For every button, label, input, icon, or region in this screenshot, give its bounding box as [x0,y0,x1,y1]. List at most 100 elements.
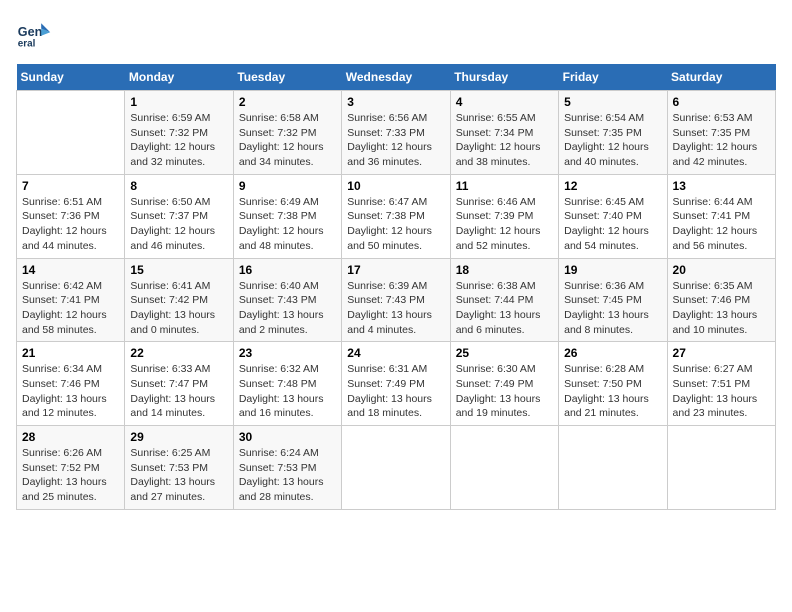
day-header-thursday: Thursday [450,64,558,91]
day-info: Sunrise: 6:30 AM Sunset: 7:49 PM Dayligh… [456,362,553,421]
day-number: 25 [456,346,553,360]
day-info: Sunrise: 6:54 AM Sunset: 7:35 PM Dayligh… [564,111,661,170]
day-info: Sunrise: 6:32 AM Sunset: 7:48 PM Dayligh… [239,362,336,421]
day-number: 14 [22,263,119,277]
calendar-header: SundayMondayTuesdayWednesdayThursdayFrid… [17,64,776,91]
calendar-cell: 19 Sunrise: 6:36 AM Sunset: 7:45 PM Dayli… [559,258,667,342]
calendar-cell: 9 Sunrise: 6:49 AM Sunset: 7:38 PM Daylig… [233,174,341,258]
day-info: Sunrise: 6:39 AM Sunset: 7:43 PM Dayligh… [347,279,444,338]
logo-icon: Gen eral [16,16,52,52]
day-info: Sunrise: 6:53 AM Sunset: 7:35 PM Dayligh… [673,111,770,170]
calendar-cell: 1 Sunrise: 6:59 AM Sunset: 7:32 PM Daylig… [125,91,233,175]
day-header-saturday: Saturday [667,64,775,91]
day-number: 26 [564,346,661,360]
day-info: Sunrise: 6:26 AM Sunset: 7:52 PM Dayligh… [22,446,119,505]
day-number: 21 [22,346,119,360]
day-number: 10 [347,179,444,193]
calendar-cell: 27Sunrise: 6:27 AM Sunset: 7:51 PM Dayli… [667,342,775,426]
day-number: 28 [22,430,119,444]
day-number: 11 [456,179,553,193]
day-info: Sunrise: 6:33 AM Sunset: 7:47 PM Dayligh… [130,362,227,421]
day-number: 30 [239,430,336,444]
day-number: 2 [239,95,336,109]
day-info: Sunrise: 6:51 AM Sunset: 7:36 PM Dayligh… [22,195,119,254]
day-info: Sunrise: 6:31 AM Sunset: 7:49 PM Dayligh… [347,362,444,421]
day-number: 24 [347,346,444,360]
day-number: 7 [22,179,119,193]
calendar-cell: 7 Sunrise: 6:51 AM Sunset: 7:36 PM Daylig… [17,174,125,258]
day-number: 15 [130,263,227,277]
calendar-cell [450,426,558,510]
calendar-cell [342,426,450,510]
day-header-monday: Monday [125,64,233,91]
calendar-week-4: 21 Sunrise: 6:34 AM Sunset: 7:46 PM Dayli… [17,342,776,426]
day-number: 5 [564,95,661,109]
day-number: 19 [564,263,661,277]
calendar-cell: 15 Sunrise: 6:41 AM Sunset: 7:42 PM Dayli… [125,258,233,342]
calendar-cell: 18 Sunrise: 6:38 AM Sunset: 7:44 PM Dayli… [450,258,558,342]
day-number: 29 [130,430,227,444]
calendar-cell: 23 Sunrise: 6:32 AM Sunset: 7:48 PM Dayli… [233,342,341,426]
calendar-week-1: 1 Sunrise: 6:59 AM Sunset: 7:32 PM Daylig… [17,91,776,175]
day-info: Sunrise: 6:58 AM Sunset: 7:32 PM Dayligh… [239,111,336,170]
day-info: Sunrise: 6:49 AM Sunset: 7:38 PM Dayligh… [239,195,336,254]
day-info: Sunrise: 6:24 AM Sunset: 7:53 PM Dayligh… [239,446,336,505]
calendar-cell: 4 Sunrise: 6:55 AM Sunset: 7:34 PM Daylig… [450,91,558,175]
day-number: 17 [347,263,444,277]
calendar-cell: 25 Sunrise: 6:30 AM Sunset: 7:49 PM Dayli… [450,342,558,426]
svg-text:Gen: Gen [18,25,43,39]
calendar-cell: 30 Sunrise: 6:24 AM Sunset: 7:53 PM Dayli… [233,426,341,510]
calendar-week-3: 14 Sunrise: 6:42 AM Sunset: 7:41 PM Dayli… [17,258,776,342]
day-info: Sunrise: 6:55 AM Sunset: 7:34 PM Dayligh… [456,111,553,170]
day-number: 4 [456,95,553,109]
calendar-table: SundayMondayTuesdayWednesdayThursdayFrid… [16,64,776,510]
day-info: Sunrise: 6:56 AM Sunset: 7:33 PM Dayligh… [347,111,444,170]
calendar-cell: 29 Sunrise: 6:25 AM Sunset: 7:53 PM Dayli… [125,426,233,510]
day-number: 20 [673,263,770,277]
calendar-week-5: 28 Sunrise: 6:26 AM Sunset: 7:52 PM Dayli… [17,426,776,510]
day-number: 13 [673,179,770,193]
calendar-cell: 6 Sunrise: 6:53 AM Sunset: 7:35 PM Daylig… [667,91,775,175]
calendar-cell: 5 Sunrise: 6:54 AM Sunset: 7:35 PM Daylig… [559,91,667,175]
day-header-sunday: Sunday [17,64,125,91]
calendar-cell: 26 Sunrise: 6:28 AM Sunset: 7:50 PM Dayli… [559,342,667,426]
day-info: Sunrise: 6:34 AM Sunset: 7:46 PM Dayligh… [22,362,119,421]
day-info: Sunrise: 6:45 AM Sunset: 7:40 PM Dayligh… [564,195,661,254]
day-info: Sunrise: 6:50 AM Sunset: 7:37 PM Dayligh… [130,195,227,254]
day-info: Sunrise: 6:27 AM Sunset: 7:51 PM Dayligh… [673,362,770,421]
calendar-cell: 12Sunrise: 6:45 AM Sunset: 7:40 PM Dayli… [559,174,667,258]
calendar-cell: 11 Sunrise: 6:46 AM Sunset: 7:39 PM Dayli… [450,174,558,258]
day-number: 16 [239,263,336,277]
calendar-cell: 8 Sunrise: 6:50 AM Sunset: 7:37 PM Daylig… [125,174,233,258]
logo: Gen eral [16,16,56,52]
day-number: 6 [673,95,770,109]
day-number: 23 [239,346,336,360]
day-info: Sunrise: 6:36 AM Sunset: 7:45 PM Dayligh… [564,279,661,338]
day-number: 8 [130,179,227,193]
calendar-cell: 16 Sunrise: 6:40 AM Sunset: 7:43 PM Dayli… [233,258,341,342]
day-info: Sunrise: 6:59 AM Sunset: 7:32 PM Dayligh… [130,111,227,170]
day-info: Sunrise: 6:40 AM Sunset: 7:43 PM Dayligh… [239,279,336,338]
day-number: 9 [239,179,336,193]
calendar-cell: 17 Sunrise: 6:39 AM Sunset: 7:43 PM Dayli… [342,258,450,342]
calendar-cell: 2 Sunrise: 6:58 AM Sunset: 7:32 PM Daylig… [233,91,341,175]
day-info: Sunrise: 6:35 AM Sunset: 7:46 PM Dayligh… [673,279,770,338]
day-info: Sunrise: 6:41 AM Sunset: 7:42 PM Dayligh… [130,279,227,338]
day-number: 18 [456,263,553,277]
calendar-cell: 13 Sunrise: 6:44 AM Sunset: 7:41 PM Dayli… [667,174,775,258]
calendar-cell: 20 Sunrise: 6:35 AM Sunset: 7:46 PM Dayli… [667,258,775,342]
day-header-tuesday: Tuesday [233,64,341,91]
day-info: Sunrise: 6:46 AM Sunset: 7:39 PM Dayligh… [456,195,553,254]
day-info: Sunrise: 6:25 AM Sunset: 7:53 PM Dayligh… [130,446,227,505]
day-info: Sunrise: 6:28 AM Sunset: 7:50 PM Dayligh… [564,362,661,421]
day-info: Sunrise: 6:44 AM Sunset: 7:41 PM Dayligh… [673,195,770,254]
day-number: 1 [130,95,227,109]
calendar-cell: 22Sunrise: 6:33 AM Sunset: 7:47 PM Dayli… [125,342,233,426]
day-info: Sunrise: 6:38 AM Sunset: 7:44 PM Dayligh… [456,279,553,338]
day-info: Sunrise: 6:42 AM Sunset: 7:41 PM Dayligh… [22,279,119,338]
calendar-cell: 3Sunrise: 6:56 AM Sunset: 7:33 PM Daylig… [342,91,450,175]
calendar-week-2: 7 Sunrise: 6:51 AM Sunset: 7:36 PM Daylig… [17,174,776,258]
day-header-wednesday: Wednesday [342,64,450,91]
calendar-cell [667,426,775,510]
calendar-cell [559,426,667,510]
